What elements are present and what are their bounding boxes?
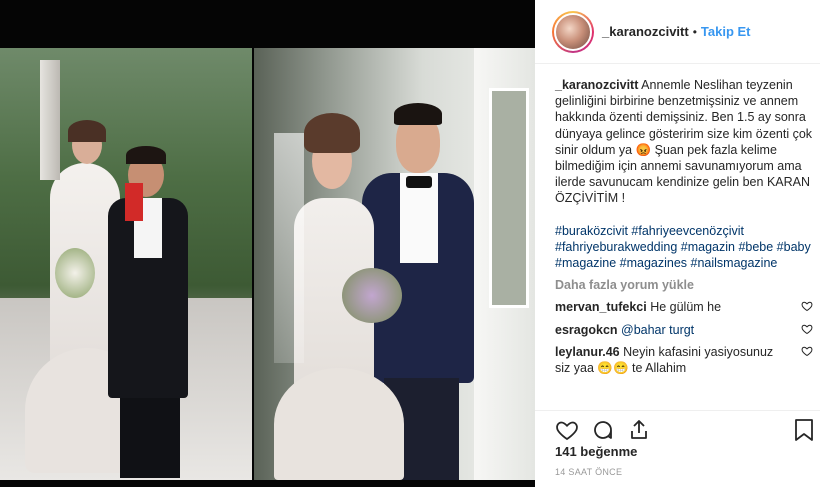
likes-count[interactable]: 141 beğenme bbox=[555, 444, 637, 459]
caption-username[interactable]: _karanozcivitt bbox=[555, 78, 638, 92]
comment-item: mervan_tufekci He gülüm he bbox=[555, 299, 813, 315]
comment-like-icon[interactable] bbox=[801, 345, 813, 357]
comment-like-icon[interactable] bbox=[801, 323, 813, 335]
separator-dot: • bbox=[692, 24, 697, 39]
load-more-comments[interactable]: Daha fazla yorum yükle bbox=[555, 277, 813, 293]
post-panel: _karanozcivitt • Takip Et _karanozcivitt… bbox=[535, 0, 820, 487]
wedding-photo-right bbox=[254, 48, 535, 480]
comment-username[interactable]: esragokcn bbox=[555, 323, 618, 337]
follow-button[interactable]: Takip Et bbox=[701, 24, 751, 39]
comment-item: leylanur.46 Neyin kafasini yasiyosunuz s… bbox=[555, 344, 813, 376]
heart-icon[interactable] bbox=[555, 418, 579, 442]
comment-item: esragokcn @bahar turgt bbox=[555, 322, 813, 338]
caption: _karanozcivitt Annemle Neslihan teyzenin… bbox=[555, 77, 813, 207]
post-header: _karanozcivitt • Takip Et bbox=[535, 0, 820, 64]
instagram-post: _karanozcivitt • Takip Et _karanozcivitt… bbox=[0, 0, 820, 487]
comment-icon[interactable] bbox=[591, 418, 615, 442]
comment-username[interactable]: mervan_tufekci bbox=[555, 300, 647, 314]
action-bar bbox=[535, 410, 820, 442]
comment-mention[interactable]: @bahar turgt bbox=[621, 323, 694, 337]
post-timestamp: 14 SAAT ÖNCE bbox=[555, 467, 623, 477]
wedding-photo-left bbox=[0, 48, 252, 480]
hashtags[interactable]: #buraközcivit #fahriyeevcenözçivit #fahr… bbox=[555, 223, 813, 272]
comment-like-icon[interactable] bbox=[801, 300, 813, 312]
header-username[interactable]: _karanozcivitt bbox=[602, 24, 689, 39]
comment-text: He gülüm he bbox=[650, 300, 722, 315]
comment-list: _karanozcivitt Annemle Neslihan teyzenin… bbox=[555, 77, 813, 376]
share-icon[interactable] bbox=[627, 418, 651, 442]
avatar[interactable] bbox=[552, 10, 594, 53]
post-media[interactable] bbox=[0, 0, 535, 487]
comment-username[interactable]: leylanur.46 bbox=[555, 345, 620, 359]
caption-text: Annemle Neslihan teyzenin gelinliğini bi… bbox=[555, 78, 813, 206]
bookmark-icon[interactable] bbox=[793, 418, 815, 442]
